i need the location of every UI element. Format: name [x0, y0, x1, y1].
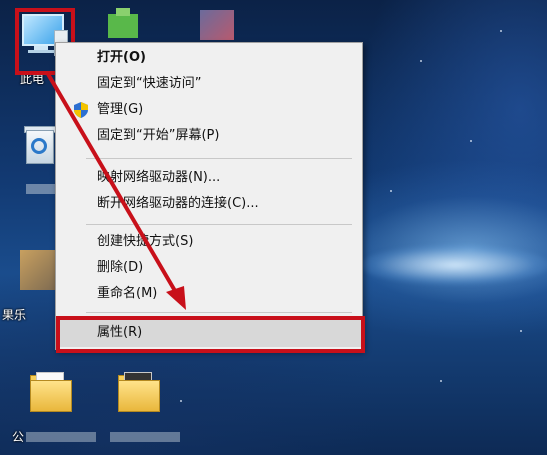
- arrow-head: [166, 286, 186, 310]
- red-arrow-annotation: [46, 72, 186, 310]
- arrow-shaft: [46, 72, 180, 298]
